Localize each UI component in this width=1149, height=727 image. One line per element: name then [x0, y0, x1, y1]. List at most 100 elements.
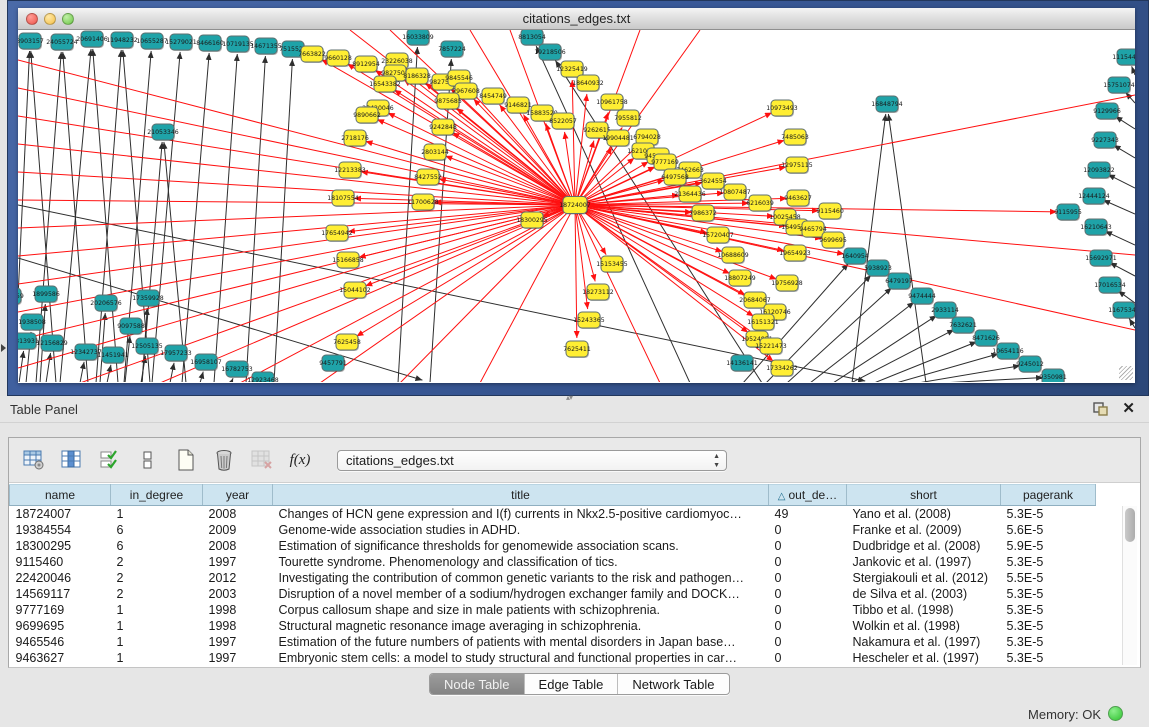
new-table-icon[interactable]	[173, 447, 199, 473]
node-label: 19756928	[771, 280, 803, 287]
network-edge[interactable]	[1115, 116, 1135, 129]
column-header-out_de[interactable]: △out_de…	[769, 485, 847, 506]
table-scrollbar[interactable]	[1122, 506, 1137, 665]
node-label: 9245012	[1016, 361, 1044, 368]
node-label: 16151321	[747, 319, 779, 326]
network-edge[interactable]	[452, 133, 575, 205]
delete-table-icon[interactable]	[211, 447, 237, 473]
network-edge[interactable]	[18, 172, 575, 205]
table-row[interactable]: 1456911722003Disruption of a novel membe…	[10, 586, 1096, 602]
table-cell: 5.9E-5	[1001, 538, 1096, 554]
network-edge[interactable]	[888, 114, 926, 382]
network-edge[interactable]	[18, 205, 575, 368]
network-edge[interactable]	[96, 50, 121, 382]
float-window-icon[interactable]	[1093, 402, 1109, 416]
table-cell: Dudbridge et al. (2008)	[847, 538, 1001, 554]
network-edge[interactable]	[93, 49, 118, 382]
table-toolbar: f(x) citations_edges.txt ▲▼	[9, 438, 1140, 483]
tab-edge-table[interactable]: Edge Table	[524, 674, 618, 694]
network-edge[interactable]	[575, 205, 595, 281]
table-row[interactable]: 2242004622012Investigating the contribut…	[10, 570, 1096, 586]
table-row[interactable]: 977716911998Corpus callosum shape and si…	[10, 602, 1096, 618]
network-edge[interactable]	[1108, 174, 1135, 188]
column-header-year[interactable]: year	[203, 485, 273, 506]
network-edge[interactable]	[1103, 200, 1135, 214]
node-label: 18107554	[327, 195, 359, 202]
table-row[interactable]: 911546021997Tourette syndrome. Phenomeno…	[10, 554, 1096, 570]
table-cell: 0	[769, 522, 847, 538]
network-edge[interactable]	[941, 378, 1043, 382]
network-canvas[interactable]: 8903157240557242069140611948232106552871…	[18, 30, 1135, 382]
node-label: 2933114	[931, 307, 959, 314]
table-row[interactable]: 1938455462009Genome-wide association stu…	[10, 522, 1096, 538]
resize-grip[interactable]	[1119, 366, 1133, 380]
table-row[interactable]: 946554611997Estimation of the future num…	[10, 634, 1096, 650]
network-edge[interactable]	[60, 49, 91, 382]
network-edge[interactable]	[18, 51, 30, 382]
table-row[interactable]: 1872400712008Changes of HCN gene express…	[10, 506, 1096, 522]
network-edge[interactable]	[274, 59, 292, 382]
table-cell: 0	[769, 538, 847, 554]
network-edge[interactable]	[170, 363, 174, 382]
network-edge[interactable]	[480, 205, 575, 382]
network-edge[interactable]	[18, 88, 575, 205]
network-edge[interactable]	[18, 60, 575, 205]
table-settings-icon[interactable]	[21, 447, 47, 473]
node-label: 2803144	[421, 149, 449, 156]
table-cell: 1997	[203, 634, 273, 650]
network-edge[interactable]	[231, 378, 233, 382]
tab-node-table[interactable]: Node Table	[430, 674, 524, 694]
splitter-handle-icon[interactable]: ▴▾	[566, 393, 572, 402]
network-edge[interactable]	[182, 53, 209, 382]
collapsed-panel-arrow-icon[interactable]	[1, 344, 6, 352]
table-header-row[interactable]: namein_degreeyeartitle△out_de…shortpager…	[10, 485, 1096, 506]
network-edge[interactable]	[46, 353, 51, 382]
node-label: 12505135	[131, 343, 163, 350]
network-edge[interactable]	[1126, 92, 1135, 103]
table-cell: Embryonic stem cells: a model to study s…	[273, 650, 769, 666]
row-height-icon[interactable]	[135, 447, 161, 473]
column-header-name[interactable]: name	[10, 485, 111, 506]
attribute-table: namein_degreeyeartitle△out_de…shortpager…	[9, 484, 1096, 666]
table-row[interactable]: 946362711997Embryonic stem cells: a mode…	[10, 650, 1096, 666]
table-cell: 1	[111, 650, 203, 666]
network-edge[interactable]	[400, 205, 575, 382]
column-header-title[interactable]: title	[273, 485, 769, 506]
network-edge[interactable]	[18, 205, 575, 256]
network-edge[interactable]	[1132, 66, 1135, 75]
network-window-titlebar[interactable]: citations_edges.txt	[18, 8, 1135, 30]
function-builder-icon[interactable]: f(x)	[287, 447, 313, 473]
node-label: 9115460	[816, 208, 844, 215]
network-edge[interactable]	[1114, 145, 1135, 158]
table-row[interactable]: 969969511998Structural magnetic resonanc…	[10, 618, 1096, 634]
column-header-short[interactable]: short	[847, 485, 1001, 506]
network-window: citations_edges.txt 89031572405572420691…	[18, 8, 1135, 383]
network-edge[interactable]	[200, 372, 203, 382]
network-edge[interactable]	[1110, 263, 1135, 276]
node-label: 9463627	[784, 195, 812, 202]
tab-network-table[interactable]: Network Table	[617, 674, 728, 694]
node-label: 23226038	[381, 58, 413, 65]
node-label: 15751074	[1103, 82, 1135, 89]
table-selector-dropdown[interactable]: citations_edges.txt ▲▼	[337, 450, 727, 471]
close-panel-icon[interactable]: ✕	[1122, 399, 1135, 417]
table-cell: 2003	[203, 586, 273, 602]
network-edge[interactable]	[1105, 231, 1135, 245]
table-cell: 0	[769, 634, 847, 650]
select-rows-icon[interactable]	[97, 447, 123, 473]
node-label: 9227343	[1091, 137, 1119, 144]
network-edge[interactable]	[80, 362, 84, 382]
network-edge[interactable]	[214, 54, 237, 382]
column-header-pagerank[interactable]: pagerank	[1001, 485, 1096, 506]
network-edge[interactable]	[1129, 319, 1135, 328]
table-row[interactable]: 1830029562008Estimation of significance …	[10, 538, 1096, 554]
memory-ok-indicator[interactable]	[1108, 706, 1123, 721]
scrollbar-thumb[interactable]	[1125, 508, 1135, 542]
network-edge[interactable]	[246, 56, 265, 382]
node-label: 7625458	[333, 339, 361, 346]
node-label: 3624554	[699, 178, 727, 185]
column-header-in_degree[interactable]: in_degree	[111, 485, 203, 506]
node-label: 16033809	[402, 34, 434, 41]
column-chooser-icon[interactable]	[59, 447, 85, 473]
network-graph[interactable]: 8903157240557242069140611948232106552871…	[18, 30, 1135, 382]
